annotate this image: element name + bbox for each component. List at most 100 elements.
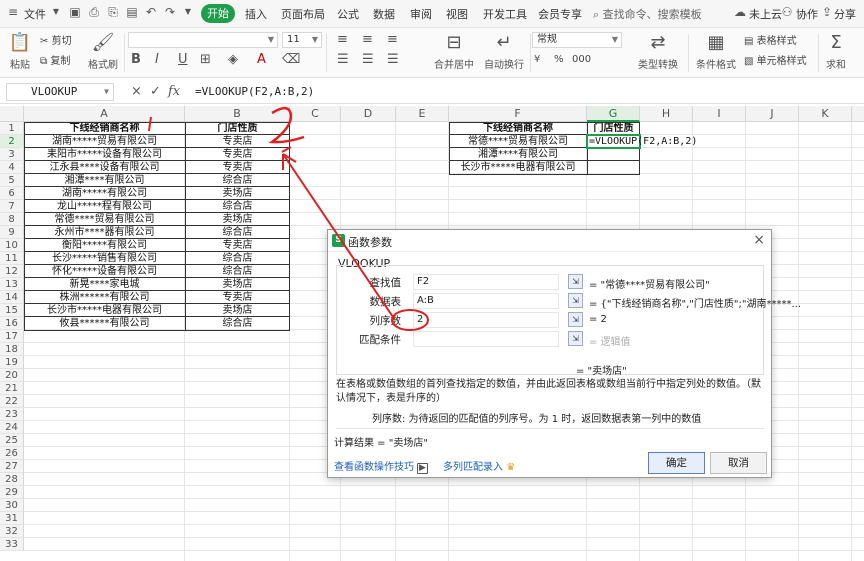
- row-header-23[interactable]: 23: [0, 408, 24, 421]
- row-header-30[interactable]: 30: [0, 499, 24, 512]
- row-header-1[interactable]: 1: [0, 122, 24, 135]
- row-header-3[interactable]: 3: [0, 148, 24, 161]
- align-bottom-icon[interactable]: ≡: [387, 32, 398, 48]
- paste-button[interactable]: 📋 粘贴: [6, 32, 34, 71]
- save-icon[interactable]: ▣: [68, 5, 82, 19]
- row-header-7[interactable]: 7: [0, 200, 24, 213]
- row-header-18[interactable]: 18: [0, 343, 24, 356]
- row-header-26[interactable]: 26: [0, 447, 24, 460]
- cell-style-button[interactable]: ▧ 单元格样式: [744, 52, 807, 67]
- row-header-10[interactable]: 10: [0, 239, 24, 252]
- row-header-32[interactable]: 32: [0, 525, 24, 538]
- arg-input[interactable]: A:B: [413, 293, 559, 309]
- tab-insert[interactable]: 插入: [245, 6, 267, 22]
- row-header-21[interactable]: 21: [0, 382, 24, 395]
- row-header-31[interactable]: 31: [0, 512, 24, 525]
- row-header-29[interactable]: 29: [0, 486, 24, 499]
- percent-button[interactable]: %: [554, 54, 564, 65]
- currency-icon[interactable]: ¥: [534, 52, 540, 68]
- insert-function-button[interactable]: fx: [168, 84, 180, 99]
- ok-button[interactable]: 确定: [648, 452, 705, 474]
- print-preview-icon[interactable]: ▤: [125, 5, 139, 19]
- row-header-28[interactable]: 28: [0, 473, 24, 486]
- quick-access-chevron-icon[interactable]: ▼: [181, 5, 195, 19]
- arg-input[interactable]: F2: [413, 274, 559, 290]
- menu-hamburger-icon[interactable]: ≡: [6, 5, 20, 19]
- command-search[interactable]: ⌕ 查找命令、搜索模板: [593, 6, 702, 22]
- row-header-25[interactable]: 25: [0, 434, 24, 447]
- table-style-button[interactable]: ▤ 表格样式: [744, 32, 797, 47]
- row-header-13[interactable]: 13: [0, 278, 24, 291]
- row-header-33[interactable]: 33: [0, 538, 24, 551]
- row-header-16[interactable]: 16: [0, 317, 24, 330]
- row-header-6[interactable]: 6: [0, 187, 24, 200]
- copy-button[interactable]: ⧉ 复制: [40, 52, 70, 67]
- sum-button[interactable]: Σ 求和: [822, 32, 850, 71]
- align-middle-icon[interactable]: ≡: [362, 32, 373, 48]
- row-header-2[interactable]: 2: [0, 135, 24, 148]
- tab-page-layout[interactable]: 页面布局: [281, 6, 325, 22]
- merge-center-button[interactable]: ⊟ 合并居中: [430, 32, 478, 71]
- number-format-select[interactable]: 常规 ▼: [532, 32, 622, 48]
- align-left-icon[interactable]: ☰: [337, 52, 349, 68]
- row-header-5[interactable]: 5: [0, 174, 24, 187]
- arg-input[interactable]: [413, 331, 559, 347]
- align-right-icon[interactable]: ☰: [387, 52, 399, 68]
- row-header-14[interactable]: 14: [0, 291, 24, 304]
- underline-button[interactable]: U: [178, 52, 188, 68]
- column-header-j[interactable]: J: [746, 106, 799, 122]
- menu-file[interactable]: 文件: [24, 6, 46, 22]
- align-top-icon[interactable]: ≡: [337, 32, 348, 48]
- row-header-22[interactable]: 22: [0, 395, 24, 408]
- name-box[interactable]: VLOOKUP ▼: [6, 83, 114, 101]
- cancel-button[interactable]: 取消: [710, 452, 767, 474]
- italic-button[interactable]: I: [155, 52, 159, 68]
- row-header-8[interactable]: 8: [0, 213, 24, 226]
- dialog-titlebar[interactable]: S 函数参数 ×: [328, 230, 771, 252]
- column-header-e[interactable]: E: [396, 106, 449, 122]
- range-picker-icon[interactable]: ⇲: [568, 293, 583, 308]
- row-header-4[interactable]: 4: [0, 161, 24, 174]
- tab-developer[interactable]: 开发工具: [483, 6, 527, 22]
- tab-review[interactable]: 审阅: [410, 6, 432, 22]
- tab-start[interactable]: 开始: [201, 4, 235, 23]
- align-center-icon[interactable]: ☰: [362, 52, 374, 68]
- range-picker-icon[interactable]: ⇲: [568, 331, 583, 346]
- bold-button[interactable]: B: [131, 52, 141, 68]
- range-picker-icon[interactable]: ⇲: [568, 312, 583, 327]
- row-header-17[interactable]: 17: [0, 330, 24, 343]
- row-header-15[interactable]: 15: [0, 304, 24, 317]
- chevron-down-icon[interactable]: ▼: [49, 5, 63, 19]
- print-icon[interactable]: ⎘: [106, 5, 120, 19]
- conditional-format-button[interactable]: ▦ 条件格式: [692, 32, 740, 71]
- row-header-11[interactable]: 11: [0, 252, 24, 265]
- close-icon[interactable]: ×: [753, 232, 765, 248]
- column-header-h[interactable]: H: [640, 106, 693, 122]
- wrap-text-button[interactable]: ↵ 自动换行: [482, 32, 526, 71]
- row-header-24[interactable]: 24: [0, 421, 24, 434]
- column-header-a[interactable]: A: [24, 106, 185, 122]
- font-size-select[interactable]: 11 ▼: [282, 32, 322, 48]
- column-header-g[interactable]: G: [587, 106, 640, 122]
- column-header-c[interactable]: C: [290, 106, 341, 122]
- column-header-f[interactable]: F: [449, 106, 587, 122]
- cut-button[interactable]: ✂ 剪切: [40, 32, 72, 47]
- cancel-formula-button[interactable]: ×: [131, 84, 142, 99]
- row-header-27[interactable]: 27: [0, 460, 24, 473]
- row-header-9[interactable]: 9: [0, 226, 24, 239]
- multi-column-match-link[interactable]: 多列匹配录入 ♛: [443, 458, 515, 473]
- clear-format-icon[interactable]: ⌫: [282, 52, 300, 68]
- format-painter-button[interactable]: 🖌 格式刷: [86, 32, 120, 71]
- redo-icon[interactable]: ↷: [163, 5, 177, 19]
- confirm-formula-button[interactable]: ✓: [150, 84, 161, 99]
- export-pdf-icon[interactable]: ⎙: [87, 5, 101, 19]
- arg-input[interactable]: 2: [413, 312, 559, 328]
- tab-member[interactable]: 会员专享: [538, 6, 582, 22]
- column-header-k[interactable]: K: [799, 106, 852, 122]
- function-tips-link[interactable]: 查看函数操作技巧 ▶: [334, 458, 428, 474]
- share-button[interactable]: 分享: [834, 6, 856, 22]
- lookup-dealer-cell[interactable]: 长沙市*****电器有限公司: [449, 161, 587, 174]
- fill-color-icon[interactable]: ◈: [228, 52, 238, 68]
- dealer-name-cell[interactable]: 攸县******有限公司: [24, 317, 185, 330]
- undo-icon[interactable]: ↶: [144, 5, 158, 19]
